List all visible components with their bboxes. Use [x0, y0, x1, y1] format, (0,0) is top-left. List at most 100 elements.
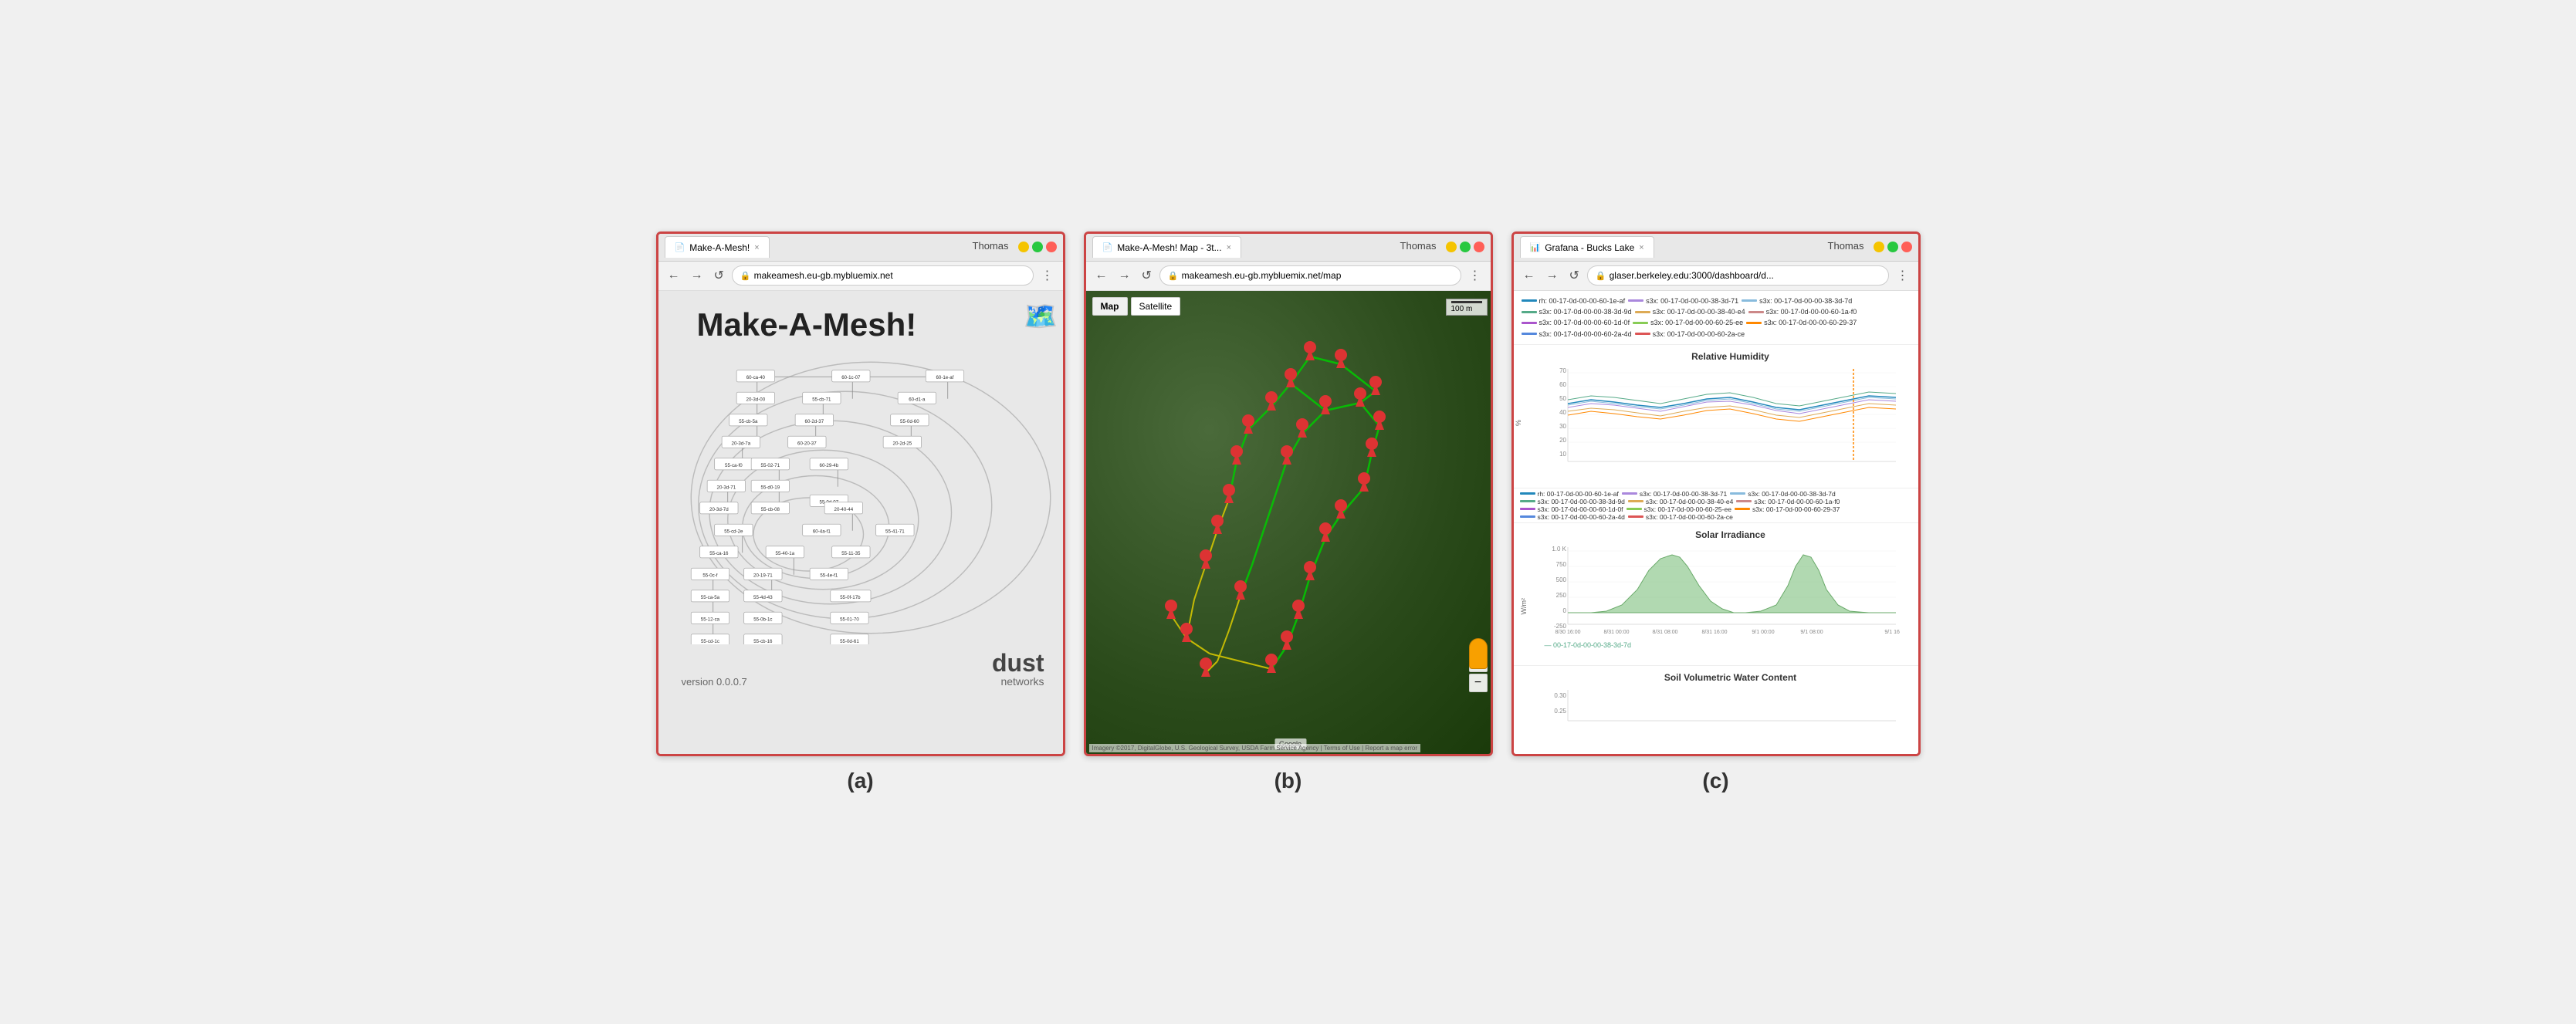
tab-c[interactable]: 📊 Grafana - Bucks Lake ×: [1520, 236, 1654, 258]
more-btn-a[interactable]: ⋮: [1038, 266, 1057, 285]
win-minimize-c[interactable]: [1874, 242, 1884, 252]
svg-text:60-20-37: 60-20-37: [797, 441, 817, 446]
toolbar-c: ← → ↺ 🔒 glaser.berkeley.edu:3000/dashboa…: [1514, 262, 1918, 291]
chart-solar: Solar Irradiance W/m² 1.0 K 750 500 250 …: [1514, 523, 1921, 667]
legend-label-1: s3x: 00-17-0d-00-00-38-3d-71: [1646, 296, 1738, 306]
svg-text:20-19-71: 20-19-71: [753, 573, 773, 578]
tab-b[interactable]: 📄 Make-A-Mesh! Map - 3t... ×: [1092, 236, 1242, 258]
dust-sub: networks: [1000, 675, 1044, 688]
svg-text:60-d1-a: 60-d1-a: [909, 397, 926, 402]
win-close-a[interactable]: [1046, 242, 1057, 252]
address-bar-b[interactable]: 🔒 makeamesh.eu-gb.mybluemix.net/map: [1159, 265, 1461, 286]
zoom-out-btn[interactable]: −: [1469, 674, 1488, 692]
legend-label-10: s3x: 00-17-0d-00-00-60-2a-ce: [1653, 329, 1745, 340]
win-minimize-b[interactable]: [1446, 242, 1457, 252]
legend2-item-7: s3x: 00-17-0d-00-00-60-25-ee: [1627, 505, 1731, 513]
legend-label-2: s3x: 00-17-0d-00-00-38-3d-7d: [1759, 296, 1852, 306]
legend-label-3: s3x: 00-17-0d-00-00-38-3d-9d: [1539, 306, 1632, 317]
svg-text:55-cd-2e: 55-cd-2e: [724, 529, 743, 534]
back-btn-a[interactable]: ←: [665, 267, 683, 284]
legend2-label-2: s3x: 00-17-0d-00-00-38-3d-7d: [1748, 490, 1835, 498]
grafana-content: rh: 00-17-0d-00-00-60-1e-af s3x: 00-17-0…: [1514, 291, 1921, 754]
svg-text:60-2d-37: 60-2d-37: [804, 419, 824, 424]
mesh-footer: version 0.0.0.7 dust networks: [674, 651, 1052, 688]
legend2-label-6: s3x: 00-17-0d-00-00-60-1d-0f: [1538, 505, 1623, 513]
legend2-color-4: [1628, 500, 1643, 502]
win-maximize-a[interactable]: [1032, 242, 1043, 252]
svg-text:55-4d-43: 55-4d-43: [753, 595, 773, 600]
url-c: glaser.berkeley.edu:3000/dashboard/d...: [1610, 270, 1774, 281]
legend-label-4: s3x: 00-17-0d-00-00-38-40-e4: [1653, 306, 1745, 317]
back-btn-b[interactable]: ←: [1092, 267, 1111, 284]
svg-text:500: 500: [1555, 576, 1566, 583]
forward-btn-c[interactable]: →: [1543, 267, 1562, 284]
legend2-label-0: rh: 00-17-0d-00-00-60-1e-af: [1538, 490, 1619, 498]
legend-item-4: s3x: 00-17-0d-00-00-38-40-e4: [1635, 306, 1745, 317]
svg-text:55-0f-17b: 55-0f-17b: [840, 595, 861, 600]
legend2-color-5: [1736, 500, 1752, 502]
svg-text:55-0d-61: 55-0d-61: [840, 639, 859, 644]
legend2-item-10: s3x: 00-17-0d-00-00-60-2a-ce: [1628, 513, 1733, 521]
map-btn-satellite[interactable]: Satellite: [1131, 297, 1181, 316]
svg-text:60-ca-40: 60-ca-40: [746, 375, 765, 380]
chart-rh-title: Relative Humidity: [1545, 348, 1917, 365]
tab-label-c: Grafana - Bucks Lake: [1545, 242, 1634, 253]
reload-btn-a[interactable]: ↺: [711, 266, 727, 285]
svg-text:55-40-1a: 55-40-1a: [775, 551, 794, 556]
address-bar-a[interactable]: 🔒 makeamesh.eu-gb.mybluemix.net: [732, 265, 1034, 286]
more-btn-b[interactable]: ⋮: [1466, 266, 1484, 285]
legend-color-7: [1633, 322, 1648, 324]
svg-text:20-3d-7a: 20-3d-7a: [731, 441, 750, 446]
pegman[interactable]: [1469, 638, 1488, 669]
tab-a[interactable]: 📄 Make-A-Mesh! ×: [665, 236, 770, 258]
main-container: 📄 Make-A-Mesh! × Thomas ← → ↺ 🔒 makeames…: [31, 231, 2545, 756]
legend-item-1: s3x: 00-17-0d-00-00-38-3d-71: [1628, 296, 1738, 306]
reload-btn-b[interactable]: ↺: [1139, 266, 1155, 285]
user-label-c: Thomas: [1828, 240, 1864, 252]
legend-label-0: rh: 00-17-0d-00-00-60-1e-af: [1539, 296, 1626, 306]
legend-item-6: s3x: 00-17-0d-00-00-60-1d-0f: [1522, 317, 1630, 328]
version-label: version 0.0.0.7: [682, 676, 747, 688]
legend2-item-9: s3x: 00-17-0d-00-00-60-2a-4d: [1520, 513, 1625, 521]
svg-text:20-3d-71: 20-3d-71: [716, 485, 736, 490]
user-label-b: Thomas: [1400, 240, 1437, 252]
win-maximize-b[interactable]: [1460, 242, 1471, 252]
map-btn-map[interactable]: Map: [1092, 297, 1128, 316]
reload-btn-c[interactable]: ↺: [1566, 266, 1582, 285]
tab-close-b[interactable]: ×: [1227, 243, 1231, 252]
legend2-color-2: [1730, 492, 1745, 495]
svg-text:8/31 16:00: 8/31 16:00: [1701, 630, 1727, 635]
legend-color-9: [1522, 333, 1537, 335]
win-maximize-c[interactable]: [1887, 242, 1898, 252]
win-minimize-a[interactable]: [1018, 242, 1029, 252]
win-controls-a: [1018, 242, 1057, 252]
back-btn-c[interactable]: ←: [1520, 267, 1538, 284]
caption-b: (b): [1084, 769, 1493, 793]
titlebar-b: 📄 Make-A-Mesh! Map - 3t... × Thomas: [1086, 234, 1491, 262]
svg-text:1.0 K: 1.0 K: [1552, 546, 1566, 553]
legend-item-10: s3x: 00-17-0d-00-00-60-2a-ce: [1635, 329, 1745, 340]
legend2-item-3: s3x: 00-17-0d-00-00-38-3d-9d: [1520, 498, 1625, 505]
win-close-c[interactable]: [1901, 242, 1912, 252]
svg-text:20-40-44: 20-40-44: [834, 507, 853, 512]
more-btn-c[interactable]: ⋮: [1894, 266, 1912, 285]
legend2-label-1: s3x: 00-17-0d-00-00-38-3d-71: [1640, 490, 1727, 498]
legend2-label-3: s3x: 00-17-0d-00-00-38-3d-9d: [1538, 498, 1625, 505]
legend-label-9: s3x: 00-17-0d-00-00-60-2a-4d: [1539, 329, 1632, 340]
legend2-color-1: [1622, 492, 1637, 495]
tab-close-c[interactable]: ×: [1639, 243, 1643, 252]
address-bar-c[interactable]: 🔒 glaser.berkeley.edu:3000/dashboard/d..…: [1587, 265, 1889, 286]
forward-btn-b[interactable]: →: [1115, 267, 1134, 284]
user-label-a: Thomas: [973, 240, 1009, 252]
forward-btn-a[interactable]: →: [688, 267, 706, 284]
legend-color-10: [1635, 333, 1650, 335]
win-controls-b: [1446, 242, 1484, 252]
win-close-b[interactable]: [1474, 242, 1484, 252]
legend-color-4: [1635, 311, 1650, 313]
legend-color-1: [1628, 299, 1643, 302]
legend2-label-10: s3x: 00-17-0d-00-00-60-2a-ce: [1646, 513, 1733, 521]
solar-chart-svg: 1.0 K 750 500 250 0 -250 8/: [1545, 543, 1900, 636]
svg-text:60-4a-f1: 60-4a-f1: [812, 529, 831, 534]
tab-close-a[interactable]: ×: [754, 243, 759, 252]
svg-text:55-ca-5a: 55-ca-5a: [700, 595, 719, 600]
